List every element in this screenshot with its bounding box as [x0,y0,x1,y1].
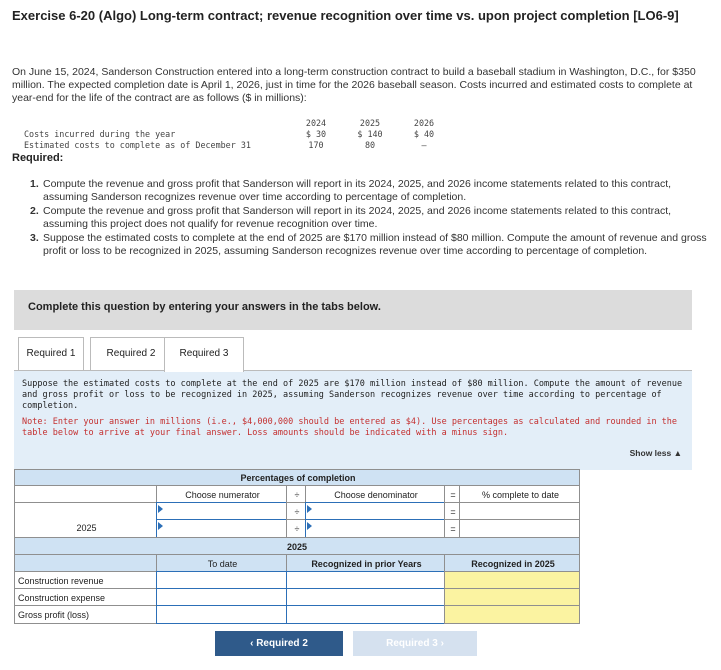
prev-button[interactable]: ‹ Required 2 [215,631,343,656]
revenue-prior-input[interactable] [286,571,445,589]
revenue-current-cell [444,571,580,589]
banner-text: Complete this question by entering your … [28,301,381,313]
eq-cell-1: = [444,502,460,520]
row-label-revenue: Construction revenue [18,576,104,586]
rev-row-label-cell: Construction expense [14,588,157,606]
chevron-right-icon: › [440,638,444,649]
result-cell-2 [459,519,580,538]
tab-required-3[interactable]: Required 3 [164,337,244,372]
row-label-gross-profit: Gross profit (loss) [18,610,90,620]
costs-header: 2024 2025 2026 [12,118,434,129]
prior-header-text: Recognized in prior Years [311,559,422,569]
poc-title: Percentages of completion [240,473,356,483]
tab-required-1[interactable]: Required 1 [18,337,84,371]
costs-row-incurred: Costs incurred during the year $ 30 $ 14… [12,129,434,140]
revenue-to-date-input[interactable] [156,571,287,589]
divide-symbol: ÷ [294,490,300,500]
numerator-select-1[interactable] [156,502,287,520]
row-label-expense: Construction expense [18,593,106,603]
next-button-label: Required 3 [386,638,438,649]
div-cell-1: ÷ [286,502,306,520]
instructions-banner: Complete this question by entering your … [14,290,692,330]
requirement-number: 2. [30,205,39,217]
gross-profit-to-date-input[interactable] [156,605,287,624]
dropdown-arrow-icon [307,505,312,513]
tab-required-2[interactable]: Required 2 [90,337,172,371]
tab-panel: Suppose the estimated costs to complete … [14,370,692,470]
eq-header: = [444,485,460,503]
year-2024: 2024 [305,118,327,128]
expense-current-cell [444,588,580,606]
panel-question: Suppose the estimated costs to complete … [22,379,683,411]
dropdown-arrow-icon [158,505,163,513]
numerator-header-text: Choose numerator [185,490,260,500]
rev-label-header [14,554,157,572]
poc-year-cell: 2025 [14,502,157,538]
cell-value: 80 [364,140,376,150]
rev-row-label-cell: Gross profit (loss) [14,605,157,624]
row-label: Estimated costs to complete as of Decemb… [24,140,251,150]
current-header: Recognized in 2025 [444,554,580,572]
expense-to-date-input[interactable] [156,588,287,606]
costs-row-estimated: Estimated costs to complete as of Decemb… [12,140,432,151]
row-label: Costs incurred during the year [24,129,176,139]
panel-note: Note: Enter your answer in millions (i.e… [22,417,678,438]
next-button[interactable]: Required 3 › [353,631,477,656]
divide-symbol: ÷ [294,507,300,517]
requirement-item: 1. Compute the revenue and gross profit … [30,178,710,204]
to-date-header: To date [156,554,287,572]
div-header: ÷ [286,485,306,503]
numerator-select-2[interactable] [156,519,287,538]
prior-header: Recognized in prior Years [286,554,445,572]
rev-row-label-cell: Construction revenue [14,571,157,589]
denominator-select-2[interactable] [305,519,445,538]
expense-prior-input[interactable] [286,588,445,606]
poc-year-label: 2025 [76,523,97,533]
requirement-item: 3. Suppose the estimated costs to comple… [30,232,710,258]
cell-value: 170 [308,140,324,150]
intro-paragraph: On June 15, 2024, Sanderson Construction… [12,66,696,104]
requirements-list: 1. Compute the revenue and gross profit … [30,178,710,259]
rev-year-row: 2025 [14,537,580,555]
div-cell-2: ÷ [286,519,306,538]
cell-value: – [421,140,427,150]
cell-value: $ 40 [413,129,435,139]
dropdown-arrow-icon [158,522,163,530]
gross-profit-prior-input[interactable] [286,605,445,624]
numerator-header: Choose numerator [156,485,287,503]
requirement-item: 2. Compute the revenue and gross profit … [30,205,710,231]
denominator-header: Choose denominator [305,485,445,503]
to-date-header-text: To date [207,559,238,569]
eq-cell-2: = [444,519,460,538]
requirement-text: Compute the revenue and gross profit tha… [43,178,672,203]
result-cell-1 [459,502,580,520]
poc-label-header [14,485,157,503]
result-header-text: % complete to date [481,490,560,500]
rev-year-label: 2025 [287,542,308,552]
year-2025: 2025 [359,118,381,128]
denominator-header-text: Choose denominator [334,490,418,500]
result-header: % complete to date [459,485,580,503]
denominator-select-1[interactable] [305,502,445,520]
divide-symbol: ÷ [294,524,300,534]
prev-button-label: Required 2 [256,638,308,649]
year-2026: 2026 [413,118,435,128]
costs-table: 2024 2025 2026 Costs incurred during the… [12,118,434,151]
cell-value: $ 30 [305,129,327,139]
poc-title-row: Percentages of completion [14,469,580,486]
gross-profit-current-cell [444,605,580,624]
requirement-number: 1. [30,178,39,190]
show-less-link[interactable]: Show less ▲ [630,448,682,458]
exercise-title: Exercise 6-20 (Algo) Long-term contract;… [12,8,679,23]
cell-value: $ 140 [357,129,383,139]
requirement-text: Compute the revenue and gross profit tha… [43,205,672,230]
requirement-number: 3. [30,232,39,244]
requirement-text: Suppose the estimated costs to complete … [43,232,707,257]
current-header-text: Recognized in 2025 [471,559,555,569]
dropdown-arrow-icon [307,522,312,530]
required-heading: Required: [12,152,64,164]
